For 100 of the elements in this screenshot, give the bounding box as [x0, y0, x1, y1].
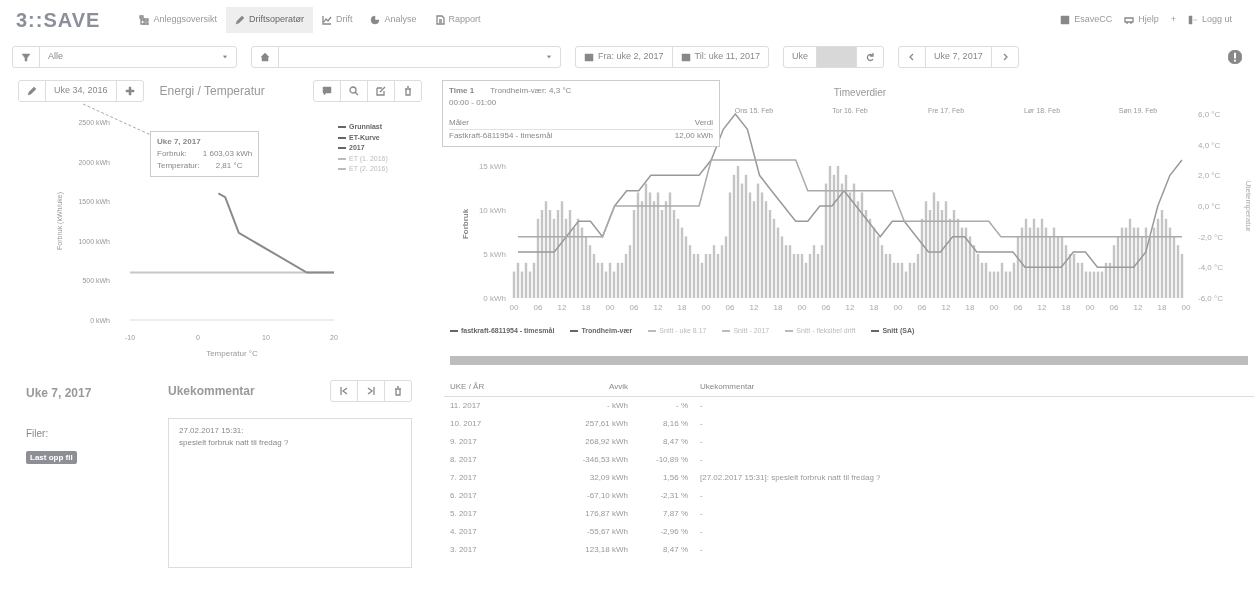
plus-icon [124, 86, 135, 96]
table-cell-text: - [699, 526, 704, 538]
nav-tab[interactable]: Rapport [425, 7, 490, 33]
comment-text: spesielt forbruk natt til fredag ? [179, 437, 290, 449]
table-cell-text: [27.02.2017 15:31]: spesielt forbruk natt til fredag ? [699, 472, 882, 484]
table-cell-text: - [699, 418, 704, 430]
hierarchy-icon [139, 15, 150, 25]
axis-tick-label: 12 [941, 303, 951, 312]
axis-title: Forbruk [461, 208, 470, 240]
brand-logo: 3::SAVE [16, 8, 101, 33]
nav-tab[interactable]: Analyse [361, 7, 426, 33]
axis-tick-label: 00 [605, 303, 615, 312]
comment-time: 27.02.2017 15:31: [179, 425, 245, 437]
info-icon [1228, 50, 1242, 64]
menu-link[interactable]: + [1164, 11, 1182, 29]
table-cell-text: 4. 2017 [449, 526, 478, 538]
axis-tick-label: 10 kWh [478, 206, 506, 215]
axis-tick-label: 06 [629, 303, 639, 312]
axis-tick-label: 12 [749, 303, 759, 312]
table-cell-text: 8,47 % [662, 544, 689, 556]
axis-tick-label: -4,0 °C [1198, 263, 1223, 273]
menu-link[interactable]: Hjelp [1118, 11, 1165, 29]
table-cell: - [694, 396, 1254, 415]
nav-tab[interactable]: Driftsoperatør [225, 7, 313, 33]
axis-tick-label: 00 [509, 303, 519, 312]
axis-tick-label: 15 kWh [478, 162, 506, 171]
menu-link[interactable]: EsaveCC [1054, 11, 1119, 29]
chart-title: Energi / Temperatur [159, 83, 266, 100]
table-cell-text: 268,92 kWh [584, 436, 629, 448]
table-cell-text: 7. 2017 [449, 472, 478, 484]
axis-tick-label: 18 [1061, 303, 1071, 312]
caret-icon [222, 54, 228, 60]
tooltip-column-header: Verdi [694, 117, 713, 129]
column-header: UKE / ÅR [444, 378, 544, 397]
week-button[interactable]: Uke 34, 2016 [45, 81, 116, 101]
axis-tick-label: 12 [845, 303, 855, 312]
trash-icon [403, 86, 413, 96]
date-picker[interactable]: Fra: uke 2, 2017 [576, 47, 672, 67]
refresh-icon [865, 52, 876, 62]
nav-tab[interactable]: Drift [313, 7, 362, 33]
files-label: Filer: [26, 427, 50, 441]
table-cell-text: -2,96 % [659, 526, 689, 538]
axis-title: Temperatur °C [206, 349, 258, 358]
axis-title: Utetemperatur [1244, 180, 1253, 232]
week-label: Uke 7, 2017 [925, 47, 991, 67]
week-title: Uke 7, 2017 [26, 385, 93, 402]
axis-tick-label: 18 [677, 303, 687, 312]
axis-tick-label: 18 [1157, 303, 1167, 312]
filter-dropdown[interactable]: Alle [39, 47, 236, 67]
period-label: Uke [791, 50, 810, 64]
axis-tick-label: 00 [989, 303, 999, 312]
axis-tick-label: 18 [869, 303, 879, 312]
table-cell-text: 10. 2017 [449, 418, 483, 430]
menu-link[interactable]: Logg ut [1181, 11, 1238, 29]
table-cell-text: 1,56 % [662, 472, 689, 484]
axis-tick-label: -2,0 °C [1198, 232, 1223, 242]
comment-box[interactable]: 27.02.2017 15:31: spesielt forbruk natt til fredag ? [168, 418, 412, 568]
nav-tab[interactable]: Anleggsoversikt [130, 7, 226, 33]
first-icon [339, 386, 349, 396]
comment-icon [322, 86, 332, 96]
table-cell-text: - [699, 490, 704, 502]
date-picker[interactable]: Til: uke 11, 2017 [671, 47, 769, 67]
axis-tick-label: 18 [773, 303, 783, 312]
table-cell: - kWh [544, 396, 634, 415]
tooltip-label: Forbruk: [157, 148, 187, 160]
table-cell-text: 8,16 % [662, 418, 689, 430]
table-cell-text: 123,18 kWh [584, 544, 629, 556]
table-cell-text: -2,31 % [659, 490, 689, 502]
axis-tick-label: 00 [701, 303, 711, 312]
table-cell-text: 5. 2017 [449, 508, 478, 520]
axis-tick-label: 06 [1109, 303, 1119, 312]
table-cell-text: 176,87 kWh [584, 508, 629, 520]
table-cell: - % [634, 396, 694, 415]
axis-tick-label: 12 [653, 303, 663, 312]
axis-tick-label: 06 [1013, 303, 1023, 312]
table-cell-text: -346,53 kWh [581, 454, 629, 466]
tooltip-value: 1 603,03 kWh [202, 148, 253, 160]
tooltip-title: Time 1 [449, 85, 475, 97]
table-cell-text: -67,10 kWh [586, 490, 629, 502]
tooltip-column-header: Måler [449, 117, 469, 129]
tooltip-label: Temperatur: [157, 160, 200, 172]
tooltip-value: 12,00 kWh [674, 130, 713, 142]
axis-tick-label: 18 [965, 303, 975, 312]
last-icon [366, 386, 376, 396]
axis-tick-label: 00 [797, 303, 807, 312]
table-cell-text: - [699, 544, 704, 556]
document-icon [434, 15, 445, 25]
tooltip-label: Fastkraft-6811954 - timesmål [449, 130, 553, 142]
pencil-icon [27, 86, 37, 96]
table-cell-text: 9. 2017 [449, 436, 478, 448]
tooltip-value: 2,81 °C [215, 160, 243, 172]
trash-icon [393, 386, 403, 396]
comment-title: Ukekommentar [168, 383, 255, 400]
axis-tick-label: 18 [581, 303, 591, 312]
axis-tick-label: 12 [1133, 303, 1143, 312]
axis-tick-label: 00 [1181, 303, 1191, 312]
axis-tick-label: 06 [533, 303, 543, 312]
table-cell: 11. 2017 [444, 396, 544, 415]
table-cell-text: 3. 2017 [449, 544, 478, 556]
axis-tick-label: 00 [1085, 303, 1095, 312]
